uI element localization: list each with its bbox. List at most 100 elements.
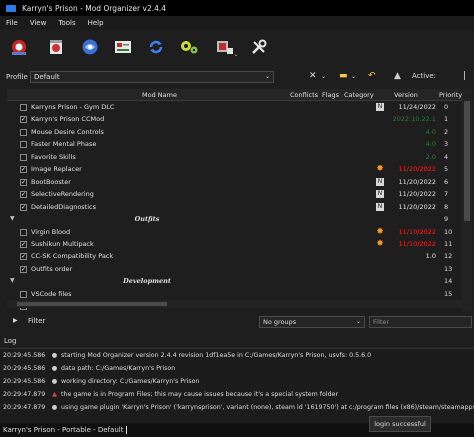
- mod-checkbox[interactable]: ✓: [20, 203, 27, 211]
- mod-checkbox[interactable]: [20, 128, 27, 136]
- mod-version: 11/24/2022: [398, 103, 436, 111]
- mod-name: DetailedDiagnostics: [31, 202, 96, 211]
- vertical-scrollbar[interactable]: [462, 89, 472, 311]
- log-timestamp: 20:29:47.879: [3, 404, 46, 411]
- mod-name: Karryn's Prison CCMod: [31, 115, 105, 124]
- priority-value: 14: [444, 277, 453, 286]
- menu-help[interactable]: Help: [82, 19, 110, 27]
- log-label: Log: [4, 337, 17, 345]
- log-message: using game plugin 'Karryn's Prison' ('ka…: [61, 404, 474, 411]
- instances-icon[interactable]: [9, 37, 29, 57]
- filter-label[interactable]: Filter: [28, 317, 45, 325]
- log-timestamp: 20:29:45.586: [3, 378, 46, 385]
- mod-row[interactable]: Virgin Blood ✸ 11/10/2022 10: [7, 226, 462, 239]
- menu-file[interactable]: File: [0, 19, 24, 27]
- log-line: 20:29:45.586 ● working directory: C:/Game…: [3, 378, 199, 389]
- wrench-icon[interactable]: [249, 37, 269, 57]
- mod-row[interactable]: ✓ Karryn's Prison CCMod 2022.10.22.1 1: [7, 113, 462, 126]
- profile-bar: Profile Default ⌄ ✕ ⌄ ▬ ⌄ ↶ ▲ Active: |: [0, 68, 474, 86]
- chevron-down-icon[interactable]: ⌄: [321, 73, 326, 80]
- chevron-down-icon[interactable]: ⌄: [351, 73, 356, 80]
- update-flag-icon: ✸: [376, 226, 384, 237]
- mod-checkbox[interactable]: ✓: [20, 178, 27, 186]
- log-line: 20:29:45.586 ● data path: C:/Games/Karryn…: [3, 365, 175, 376]
- priority-value: 0: [444, 103, 449, 111]
- scrollbar-thumb[interactable]: [17, 302, 167, 306]
- priority-value: 12: [444, 252, 453, 261]
- mod-row[interactable]: VSCode files 15: [7, 288, 462, 301]
- col-conflicts[interactable]: Conflicts: [290, 91, 318, 99]
- mod-version: 11/20/2022: [398, 177, 436, 186]
- mod-checkbox[interactable]: [20, 141, 27, 149]
- mod-name: CC-SK Compatibility Pack: [31, 252, 114, 261]
- mod-row[interactable]: ✓ SelectiveRendering N 11/20/2022 7: [7, 188, 462, 201]
- profile-value: Default: [34, 73, 60, 81]
- nexus-icon[interactable]: [80, 37, 100, 57]
- col-mod-name[interactable]: Mod Name: [142, 91, 177, 99]
- mod-checkbox[interactable]: ✓: [20, 116, 27, 124]
- plugins-icon[interactable]: [179, 37, 199, 57]
- col-flags[interactable]: Flags: [322, 91, 339, 99]
- mod-checkbox[interactable]: ✓: [20, 240, 27, 248]
- groups-select[interactable]: No groups ⌄: [259, 316, 365, 328]
- mod-name: VSCode files: [31, 289, 72, 298]
- settings-icon[interactable]: [113, 37, 133, 57]
- col-category[interactable]: Category: [344, 91, 374, 99]
- priority-value: 15: [444, 289, 453, 298]
- separator-row[interactable]: ▼ Development 14: [7, 275, 462, 288]
- status-text: Karryn's Prison - Portable - Default: [3, 426, 127, 434]
- mod-row[interactable]: ✓ CC-SK Compatibility Pack 1.0 12: [7, 250, 462, 263]
- mod-version: 2022.10.22.1: [392, 115, 436, 124]
- priority-value: 13: [444, 264, 453, 273]
- chevron-right-icon[interactable]: ▶: [13, 317, 18, 324]
- mod-version: 4.0: [425, 140, 436, 149]
- mod-checkbox[interactable]: ✓: [20, 265, 27, 273]
- mod-row[interactable]: ✓ Sushikun Multipack ✸ 11/10/2022 11: [7, 238, 462, 251]
- priority-value: 2: [444, 127, 449, 136]
- undo-icon[interactable]: ↶: [368, 71, 376, 81]
- toolbar: ⌄: [0, 30, 474, 66]
- profiles-icon[interactable]: [46, 37, 66, 57]
- mod-row[interactable]: Faster Mental Phase 4.0 3: [7, 138, 462, 151]
- mod-row[interactable]: Karryns Prison - Gym DLC N 11/24/2022 0: [7, 101, 462, 114]
- separator-name: Outfits: [134, 214, 160, 223]
- mod-row[interactable]: ✓ BootBooster N 11/20/2022 6: [7, 176, 462, 189]
- horizontal-scrollbar[interactable]: [7, 300, 462, 308]
- mod-row[interactable]: ✓ Outfits order 13: [7, 263, 462, 276]
- priority-value: 8: [444, 202, 449, 211]
- tools-dropdown-icon[interactable]: ⌄: [232, 50, 240, 58]
- log-timestamp: 20:29:47.879: [3, 391, 46, 398]
- mod-checkbox[interactable]: ✓: [20, 191, 27, 199]
- text-cursor: [125, 426, 127, 434]
- priority-value: 5: [444, 165, 449, 174]
- menu-tools[interactable]: Tools: [52, 19, 81, 27]
- log-timestamp: 20:29:45.586: [3, 352, 46, 359]
- profile-select[interactable]: Default ⌄: [30, 71, 274, 83]
- mod-checkbox[interactable]: ✓: [20, 166, 27, 174]
- mod-row[interactable]: ✓ Image Replacer ✸ 11/20/2022 5: [7, 163, 462, 176]
- backup-icon[interactable]: ▲: [394, 71, 401, 81]
- mod-checkbox[interactable]: ✓: [20, 253, 27, 261]
- mod-version: 2.0: [425, 152, 436, 161]
- log-message: data path: C:/Games/Karryn's Prison: [61, 365, 176, 372]
- col-version[interactable]: Version: [394, 91, 418, 99]
- mod-checkbox[interactable]: [20, 290, 27, 298]
- col-priority[interactable]: Priority: [439, 91, 462, 99]
- refresh-icon[interactable]: [146, 37, 166, 57]
- mod-checkbox[interactable]: [20, 104, 27, 111]
- separator-row[interactable]: ▼ Outfits 9: [7, 213, 462, 226]
- scrollbar-thumb[interactable]: [464, 101, 470, 221]
- filter-input[interactable]: Filter: [369, 316, 472, 328]
- folder-icon[interactable]: ▬: [339, 71, 348, 81]
- title-bar: Karryn's Prison - Mod Organizer v2.4.4: [0, 0, 474, 16]
- mod-checkbox[interactable]: [20, 153, 27, 161]
- mod-name: Outfits order: [31, 264, 73, 273]
- mod-row[interactable]: Mouse Desire Controls 4.0 2: [7, 126, 462, 139]
- menu-view[interactable]: View: [24, 19, 53, 27]
- mod-checkbox[interactable]: [20, 228, 27, 236]
- mod-row[interactable]: ✓ DetailedDiagnostics N 11/20/2022 8: [7, 201, 462, 214]
- mod-name: Mouse Desire Controls: [31, 127, 104, 136]
- mod-row[interactable]: Favorite Skills 2.0 4: [7, 151, 462, 164]
- chevron-down-icon: ⌄: [264, 73, 270, 80]
- wrench-menu-icon[interactable]: ✕: [309, 71, 317, 81]
